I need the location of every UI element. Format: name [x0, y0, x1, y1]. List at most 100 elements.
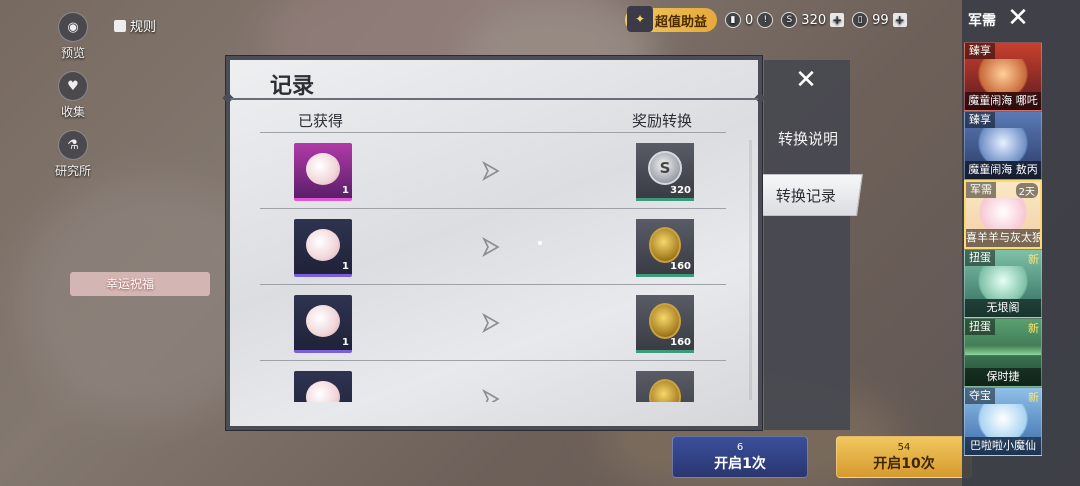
new-badge: 新	[1028, 391, 1039, 404]
arrow-right-icon	[482, 161, 500, 181]
event-card[interactable]: 扭蛋 新 无垠阁	[964, 249, 1042, 318]
card-art	[965, 59, 1041, 92]
card-name: 无垠阁	[965, 299, 1041, 317]
lab-icon: ⚗	[58, 130, 88, 160]
event-card-active[interactable]: 军需 2天 喜羊羊与灰太狼	[964, 180, 1042, 249]
nav-collect-label: 收集	[60, 105, 85, 119]
dialog-title: 记录	[270, 74, 315, 99]
gold-coin-icon	[649, 303, 681, 339]
info-icon[interactable]: !	[757, 12, 774, 28]
arrow-right-icon	[482, 389, 500, 402]
card-art	[965, 266, 1041, 299]
card-tag: 扭蛋	[965, 319, 995, 335]
obtained-item[interactable]	[294, 371, 352, 402]
card-name: 保时捷	[965, 368, 1041, 386]
reward-quantity: 160	[670, 337, 691, 348]
top-bar: ✦ 超值助益 ▮ 0 ! S 320 + ▯ 99 +	[625, 6, 907, 32]
record-list[interactable]: 1 S 320 1 160 1 160	[260, 132, 726, 402]
event-card[interactable]: 夺宝 新 巴啦啦小魔仙	[964, 387, 1042, 456]
recharge-button[interactable]: ✦ 超值助益	[625, 6, 718, 32]
tab-conversion-records-label: 转换记录	[775, 187, 836, 205]
record-row: 1 160	[260, 284, 726, 360]
reward-item[interactable]: 160	[636, 295, 694, 353]
rules-button[interactable]: 规则	[114, 16, 156, 35]
card-name: 魔童闹海 哪吒	[965, 92, 1041, 110]
reward-quantity: 160	[670, 261, 691, 272]
touch-indicator	[538, 241, 542, 245]
record-dialog: 记录 已获得 奖励转换 1 S 320 1 160 1 160	[222, 56, 766, 430]
gold-coin-icon	[649, 227, 681, 263]
item-quantity: 1	[342, 337, 349, 348]
card-tag: 臻享	[965, 112, 995, 128]
rules-label: 规则	[130, 20, 157, 35]
scrollbar[interactable]	[749, 140, 752, 400]
sheep-outfit-icon	[306, 153, 340, 185]
open-ten-cost: 54	[897, 441, 911, 453]
add-card-button[interactable]: +	[892, 13, 907, 27]
card-art	[965, 128, 1041, 161]
reward-item[interactable]: 160	[636, 219, 694, 277]
card-name: 巴啦啦小魔仙	[965, 437, 1041, 455]
obtained-item[interactable]: 1	[294, 143, 352, 201]
nav-lab[interactable]: ⚗ 研究所	[48, 130, 98, 179]
item-quantity: 1	[342, 261, 349, 272]
silver-coin-icon: S	[781, 12, 798, 28]
tab-conversion-records[interactable]: 转换记录	[749, 174, 863, 216]
nav-collect[interactable]: ♥ 收集	[48, 71, 98, 120]
reward-item[interactable]	[636, 371, 694, 402]
event-card[interactable]: 扭蛋 新 保时捷	[964, 318, 1042, 387]
card-tag: 夺宝	[965, 388, 995, 404]
reward-item[interactable]: S 320	[636, 143, 694, 201]
column-header-obtained: 已获得	[298, 112, 344, 130]
close-icon[interactable]: ✕	[790, 64, 822, 96]
close-icon[interactable]: ✕	[1004, 4, 1032, 32]
card-art	[965, 404, 1041, 437]
eye-icon: ◉	[58, 12, 88, 42]
currency-value: 99	[872, 12, 889, 28]
silver-coin-icon: S	[648, 151, 682, 185]
gold-coin-icon	[649, 379, 681, 402]
days-left-badge: 2天	[1015, 183, 1038, 198]
new-badge: 新	[1028, 322, 1039, 335]
currency-silver: S 320 +	[781, 12, 845, 28]
column-header-reward: 奖励转换	[632, 112, 693, 130]
gift-icon: ✦	[627, 6, 653, 32]
open-ten-button[interactable]: 54 开启10次	[836, 436, 972, 478]
recharge-label: 超值助益	[655, 14, 708, 30]
tab-conversion-explain[interactable]: 转换说明	[772, 128, 844, 149]
open-buttons: 6 开启1次 54 开启10次	[672, 436, 972, 478]
obtained-item[interactable]: 1	[294, 295, 352, 353]
luck-tag[interactable]: 幸运祝福	[70, 272, 210, 296]
sheep-helmet-icon	[306, 305, 340, 337]
card-tag: 扭蛋	[965, 250, 995, 266]
currency-value: 320	[801, 12, 827, 28]
add-silver-button[interactable]: +	[830, 13, 845, 27]
currency-value: 0	[745, 12, 754, 28]
arrow-right-icon	[482, 237, 500, 257]
record-side-panel	[764, 60, 850, 430]
card-name: 喜羊羊与灰太狼	[966, 229, 1040, 247]
card-name: 魔童闹海 敖丙	[965, 161, 1041, 179]
obtained-item[interactable]: 1	[294, 219, 352, 277]
sheep-item-icon	[306, 381, 340, 402]
record-row: 1 160	[260, 208, 726, 284]
left-nav: ◉ 预览 ♥ 收集 ⚗ 研究所	[48, 12, 98, 189]
nav-preview[interactable]: ◉ 预览	[48, 12, 98, 61]
card-art	[966, 198, 1040, 229]
card-tag: 臻享	[965, 43, 995, 59]
event-card[interactable]: 臻享 魔童闹海 敖丙	[964, 111, 1042, 180]
item-quantity: 1	[342, 185, 349, 196]
open-once-label: 开启1次	[714, 455, 766, 472]
open-ten-label: 开启10次	[873, 455, 935, 472]
event-card[interactable]: 臻享 魔童闹海 哪吒	[964, 42, 1042, 111]
ticket-icon: ▮	[725, 12, 742, 28]
open-once-button[interactable]: 6 开启1次	[672, 436, 808, 478]
reward-quantity: 320	[670, 185, 691, 196]
sheep-pendant-icon	[306, 229, 340, 261]
title-divider	[230, 98, 758, 100]
card-art	[965, 335, 1041, 368]
card-tag: 军需	[966, 182, 996, 198]
event-card-list: 臻享 魔童闹海 哪吒 臻享 魔童闹海 敖丙 军需 2天 喜羊羊与灰太狼 扭蛋 新…	[964, 42, 1042, 456]
sidebar-title: 军需	[968, 13, 996, 29]
nav-lab-label: 研究所	[54, 164, 91, 178]
